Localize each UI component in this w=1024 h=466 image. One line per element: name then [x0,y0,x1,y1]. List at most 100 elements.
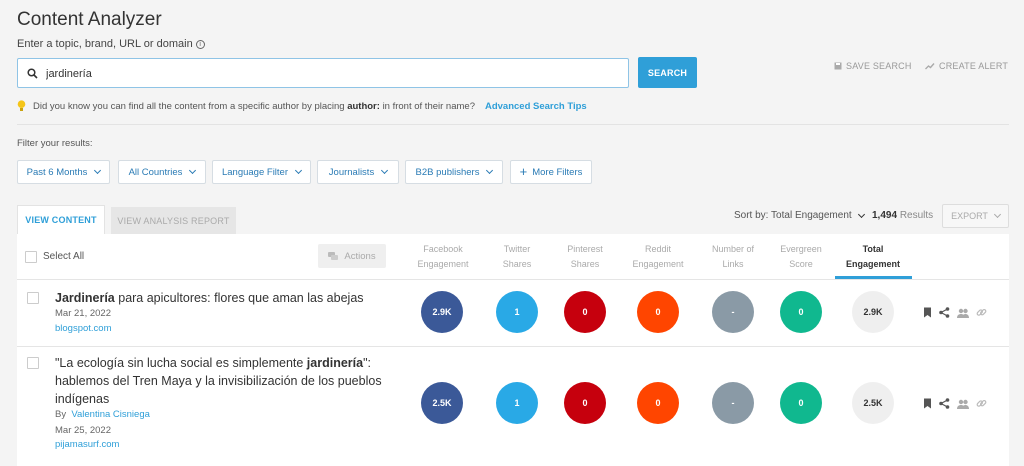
filter-label: Filter your results: [17,138,93,149]
chevron-down-icon [993,210,1001,219]
filter-journalists[interactable]: Journalists [317,160,399,184]
actions-button[interactable]: Actions [318,244,386,268]
total-engagement-value: 2.5K [852,382,894,424]
sort-dropdown[interactable]: Sort by: Total Engagement [734,210,865,221]
results-count: 1,494 Results [872,210,933,221]
save-icon [834,62,842,70]
row-actions [923,398,987,409]
facebook-engagement-value[interactable]: 2.5K [421,382,463,424]
reddit-engagement-value[interactable]: 0 [637,382,679,424]
search-input[interactable] [46,65,606,83]
sort-label: Sort by: Total Engagement [734,210,852,221]
article-title-line1-before: "La ecología sin lucha social es simplem… [55,356,307,370]
pinterest-shares-value[interactable]: 0 [564,291,606,333]
article-title[interactable]: Jardinería para apicultores: flores que … [55,289,364,307]
article-title-rest: para apicultores: flores que aman las ab… [114,291,364,305]
search-tip: Did you know you can find all the conten… [17,100,587,112]
col-facebook-engagement[interactable]: Facebook Engagement [403,242,483,272]
author-link[interactable]: Valentina Cisniega [71,409,150,420]
col-reddit-line2: Engagement [632,259,684,269]
row-divider [17,346,1009,347]
col-total-engagement[interactable]: Total Engagement [833,242,913,272]
pinterest-shares-value[interactable]: 0 [564,382,606,424]
filter-date-range[interactable]: Past 6 Months [17,160,110,184]
users-icon[interactable] [957,308,969,318]
share-icon[interactable] [939,307,950,318]
evergreen-score-value[interactable]: 0 [780,291,822,333]
users-icon[interactable] [957,399,969,409]
total-engagement-value: 2.9K [852,291,894,333]
row-checkbox[interactable] [27,292,39,304]
col-evergreen-score[interactable]: Evergreen Score [761,242,841,272]
search-box[interactable] [17,58,629,88]
select-all-label: Select All [43,251,85,262]
tab-view-content[interactable]: VIEW CONTENT [17,205,105,234]
create-alert-link[interactable]: CREATE ALERT [925,61,1008,71]
tip-text-before: Did you know you can find all the conten… [33,100,345,112]
col-reddit-line1: Reddit [644,244,671,254]
twitter-shares-value[interactable]: 1 [496,291,538,333]
bookmark-icon[interactable] [923,307,932,318]
export-button[interactable]: EXPORT [942,204,1009,228]
results-number: 1,494 [872,210,898,221]
twitter-shares-value[interactable]: 1 [496,382,538,424]
results-label: Results [899,210,934,221]
facebook-engagement-value[interactable]: 2.9K [421,291,463,333]
reddit-engagement-value[interactable]: 0 [637,291,679,333]
number-of-links-value[interactable]: - [712,382,754,424]
search-instructions-text: Enter a topic, brand, URL or domain [17,38,193,50]
search-instructions: Enter a topic, brand, URL or domain i [17,38,205,50]
save-search-link[interactable]: SAVE SEARCH [834,61,912,71]
chevron-down-icon [189,166,197,175]
col-evergreen-line1: Evergreen [780,244,822,254]
number-of-links-value[interactable]: - [712,291,754,333]
row-checkbox[interactable] [27,357,39,369]
chevron-down-icon [381,166,389,175]
link-icon[interactable] [976,398,987,409]
col-reddit-engagement[interactable]: Reddit Engagement [618,242,698,272]
bookmark-icon[interactable] [923,398,932,409]
filter-date-range-label: Past 6 Months [26,166,88,178]
row-actions [923,307,987,318]
tip-keyword: author: [347,100,380,112]
filter-countries[interactable]: All Countries [118,160,206,184]
link-icon[interactable] [976,307,987,318]
save-search-label: SAVE SEARCH [846,61,912,71]
tip-text-after: in front of their name? [382,100,475,112]
chevron-down-icon [94,166,102,175]
advanced-search-tips-link[interactable]: Advanced Search Tips [485,101,587,112]
info-icon[interactable]: i [195,40,205,49]
more-filters-label: More Filters [532,166,583,178]
more-filters-button[interactable]: + More Filters [510,160,592,184]
filter-b2b-publishers[interactable]: B2B publishers [405,160,503,184]
chevron-down-icon [857,210,865,218]
search-button[interactable]: SEARCH [638,57,697,88]
search-icon [27,68,38,79]
article-title-keyword: jardinería [306,356,364,370]
chat-icon [328,251,339,260]
tab-view-analysis-report[interactable]: VIEW ANALYSIS REPORT [111,207,236,234]
byline-prefix: By [55,409,67,420]
col-pinterest-line2: Shares [570,259,600,269]
share-icon[interactable] [939,398,950,409]
select-all-checkbox[interactable] [25,251,37,263]
article-domain[interactable]: pijamasurf.com [55,439,119,450]
filter-language[interactable]: Language Filter [212,160,311,184]
export-label: EXPORT [951,211,988,221]
article-domain[interactable]: blogspot.com [55,323,112,334]
col-pinterest-line1: Pinterest [567,244,603,254]
article-title-line1-after: ": [363,356,371,370]
article-title[interactable]: "La ecología sin lucha social es simplem… [55,354,382,408]
evergreen-score-value[interactable]: 0 [780,382,822,424]
article-title-line3: indígenas [55,392,110,406]
article-date: Mar 21, 2022 [55,308,111,319]
create-alert-label: CREATE ALERT [939,61,1009,71]
actions-label: Actions [344,250,376,262]
lightbulb-icon [17,100,26,111]
trend-icon [925,63,935,70]
col-total-line1: Total [862,244,884,254]
col-total-line2: Engagement [845,259,900,269]
filter-journalists-label: Journalists [328,166,375,178]
plus-icon: + [519,164,528,179]
col-pinterest-shares[interactable]: Pinterest Shares [545,242,625,272]
